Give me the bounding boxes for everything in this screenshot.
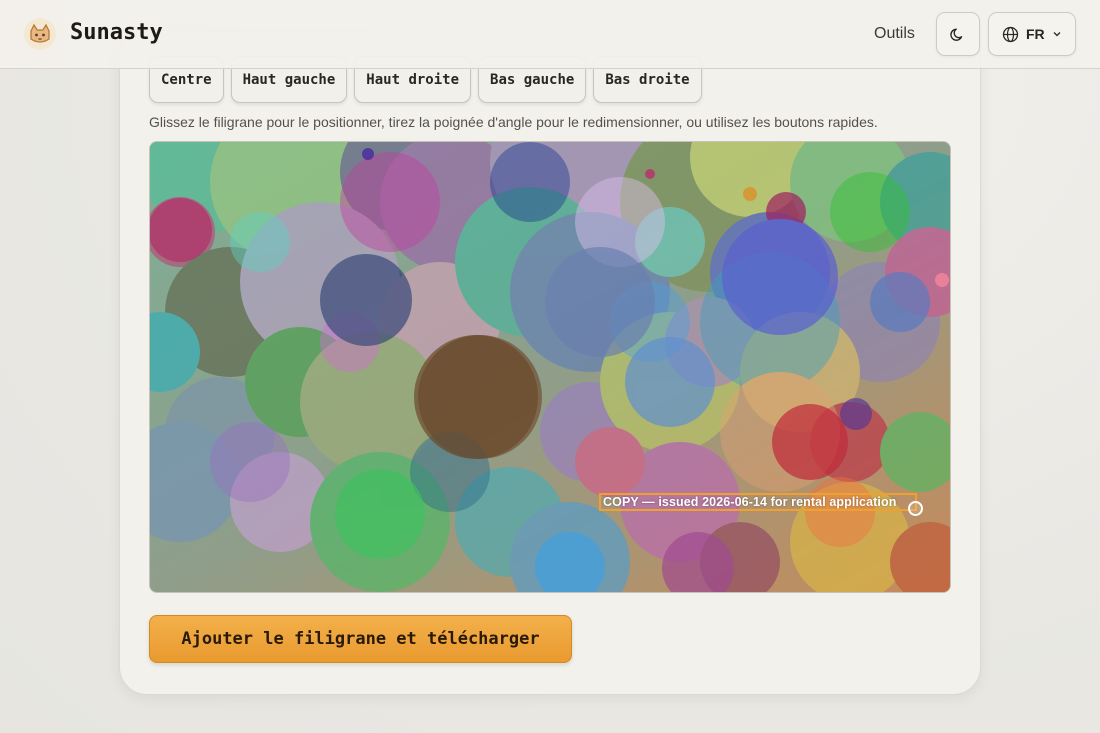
moon-icon xyxy=(950,28,963,41)
top-header: Sunasty Outils FR xyxy=(0,0,1100,69)
watermark-text: COPY — issued 2026-06-14 for rental appl… xyxy=(603,495,897,509)
resize-handle[interactable] xyxy=(908,501,923,516)
language-selector[interactable]: FR xyxy=(988,12,1076,56)
apply-watermark-download-button[interactable]: Ajouter le filigrane et télécharger xyxy=(149,615,572,663)
globe-icon xyxy=(1002,26,1019,42)
nav-tools-link[interactable]: Outils xyxy=(874,25,915,43)
brand-name[interactable]: Sunasty xyxy=(70,20,163,45)
watermark-overlay[interactable]: COPY — issued 2026-06-14 for rental appl… xyxy=(599,493,917,511)
chevron-down-icon xyxy=(1053,32,1061,37)
instructions-text: Glissez le filigrane pour le positionner… xyxy=(149,114,878,130)
image-preview-canvas[interactable]: COPY — issued 2026-06-14 for rental appl… xyxy=(149,141,951,593)
language-code: FR xyxy=(1026,26,1045,42)
logo-icon[interactable] xyxy=(23,17,57,51)
theme-toggle-button[interactable] xyxy=(936,12,980,56)
preview-image xyxy=(150,142,950,592)
